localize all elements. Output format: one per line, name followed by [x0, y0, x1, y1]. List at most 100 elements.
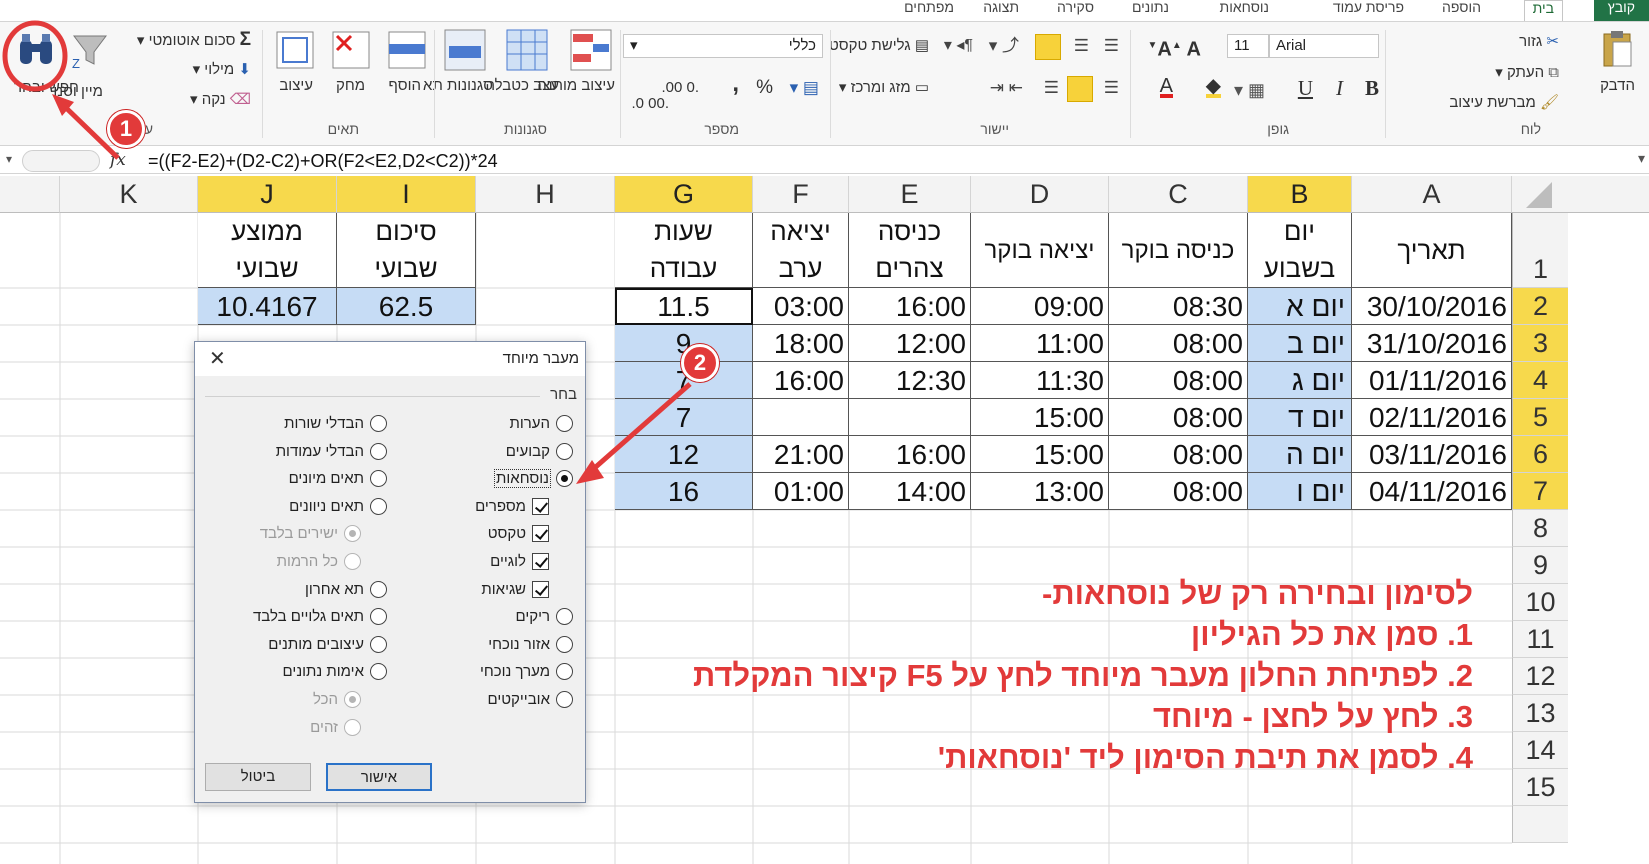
delete-button[interactable]: מחק: [336, 78, 365, 94]
format-painter-button[interactable]: 🖌 מברשת עיצוב: [1449, 95, 1559, 111]
morning-in-cell[interactable]: 08:00: [1109, 399, 1248, 436]
radio-icon[interactable]: [370, 608, 387, 626]
option-left-8[interactable]: עיצובים מותנים: [268, 635, 387, 653]
option-left-9[interactable]: אימות נתונים: [283, 663, 387, 681]
date-cell[interactable]: 01/11/2016: [1352, 362, 1512, 399]
font-name-combo[interactable]: Arial: [1269, 34, 1379, 58]
font-color-icon[interactable]: A: [1159, 76, 1173, 98]
radio-icon[interactable]: [556, 608, 573, 626]
header-weekly-average[interactable]: ממוצע שבועי: [198, 213, 337, 288]
header-noon-in[interactable]: כניסה צהרים: [849, 213, 971, 288]
header-weekly-total[interactable]: סיכום שבועי: [337, 213, 476, 288]
radio-icon[interactable]: [370, 580, 387, 598]
row-header-13[interactable]: 13: [1512, 695, 1568, 732]
align-middle-icon[interactable]: ☰: [1074, 37, 1089, 54]
name-box[interactable]: [22, 150, 100, 172]
option-right-9[interactable]: מערך נוכחי: [480, 663, 573, 681]
grow-font-icon[interactable]: A▲ A▼: [1147, 38, 1201, 60]
row-header-16[interactable]: [1512, 806, 1568, 843]
column-header-i[interactable]: I: [337, 176, 476, 213]
radio-icon[interactable]: [556, 663, 573, 681]
row-header-9[interactable]: 9: [1512, 547, 1568, 584]
evening-out-cell[interactable]: 18:00: [753, 325, 849, 362]
format-table-icon[interactable]: [505, 28, 549, 72]
radio-icon[interactable]: [556, 470, 573, 488]
weekday-cell[interactable]: יום ג: [1248, 362, 1352, 399]
decrease-decimal-button[interactable]: .00 0.: [631, 96, 669, 112]
row-header-15[interactable]: 15: [1512, 769, 1568, 806]
row-header-6[interactable]: 6: [1512, 436, 1568, 473]
header-work-hours[interactable]: שעות עבודה: [615, 213, 753, 288]
evening-out-cell[interactable]: 21:00: [753, 436, 849, 473]
radio-icon[interactable]: [370, 442, 387, 460]
morning-out-cell[interactable]: 15:00: [971, 399, 1109, 436]
noon-in-cell[interactable]: 12:30: [849, 362, 971, 399]
radio-icon[interactable]: [556, 415, 573, 432]
align-right-icon[interactable]: ☰: [1104, 79, 1119, 96]
conditional-format-icon[interactable]: [569, 28, 613, 72]
date-cell[interactable]: 02/11/2016: [1352, 399, 1512, 436]
format-cells-icon[interactable]: [275, 30, 315, 70]
formula-input[interactable]: =((F2-E2)+(D2-C2)+OR(F2<E2,D2<C2))*24: [148, 151, 498, 172]
italic-button[interactable]: I: [1336, 78, 1343, 99]
column-header-k[interactable]: K: [60, 176, 198, 213]
morning-in-cell[interactable]: 08:00: [1109, 362, 1248, 399]
row-header-4[interactable]: 4: [1512, 362, 1568, 399]
work-hours-cell[interactable]: 12: [615, 436, 753, 473]
cancel-button[interactable]: ביטול: [205, 763, 311, 791]
column-header-f[interactable]: F: [753, 176, 849, 213]
checkbox-icon[interactable]: [532, 497, 549, 515]
checkbox-icon[interactable]: [532, 553, 549, 570]
number-format-combo[interactable]: כללי ▾: [623, 34, 823, 58]
autosum-button[interactable]: Σ סכום אוטומטי ▾: [137, 30, 251, 49]
column-header-b[interactable]: B: [1248, 176, 1352, 213]
namebox-dropdown-icon[interactable]: ▾: [6, 152, 12, 166]
align-left-icon[interactable]: ☰: [1044, 79, 1059, 96]
column-header-d[interactable]: D: [971, 176, 1109, 213]
tab-formulas[interactable]: נוסחאות: [1220, 0, 1269, 21]
weekday-cell[interactable]: יום א: [1248, 288, 1352, 325]
accounting-icon[interactable]: ▤ ▾: [790, 79, 819, 96]
morning-in-cell[interactable]: 08:00: [1109, 436, 1248, 473]
option-left-7[interactable]: תאים גלויים בלבד: [253, 608, 387, 626]
weekly-total-cell[interactable]: 62.5: [337, 288, 476, 325]
header-evening-out[interactable]: יציאה ערב: [753, 213, 849, 288]
column-header-a[interactable]: A: [1352, 176, 1512, 213]
work-hours-cell[interactable]: 7: [615, 399, 753, 436]
noon-in-cell[interactable]: 16:00: [849, 436, 971, 473]
row-header-12[interactable]: 12: [1512, 658, 1568, 695]
date-cell[interactable]: 04/11/2016: [1352, 473, 1512, 510]
morning-out-cell[interactable]: 11:00: [971, 325, 1109, 362]
delete-cells-icon[interactable]: [331, 30, 371, 70]
fx-icon[interactable]: fx: [110, 150, 126, 170]
checkbox-icon[interactable]: [532, 525, 549, 543]
row-header-3[interactable]: 3: [1512, 325, 1568, 362]
orientation-icon[interactable]: ⤴ ▾: [989, 37, 1019, 54]
morning-out-cell[interactable]: 09:00: [971, 288, 1109, 325]
work-hours-cell[interactable]: 16: [615, 473, 753, 510]
morning-out-cell[interactable]: 11:30: [971, 362, 1109, 399]
morning-in-cell[interactable]: 08:00: [1109, 473, 1248, 510]
expand-formula-icon[interactable]: ▾: [1638, 150, 1645, 167]
column-header-j[interactable]: J: [198, 176, 337, 213]
column-header-g[interactable]: G: [615, 176, 753, 213]
column-header-h[interactable]: H: [476, 176, 615, 213]
column-header-l[interactable]: [0, 176, 60, 213]
weekday-cell[interactable]: יום ב: [1248, 325, 1352, 362]
option-left-3[interactable]: תאים ניוונים: [289, 497, 387, 515]
underline-button[interactable]: U: [1298, 78, 1313, 99]
cell-styles-icon[interactable]: [443, 28, 487, 72]
ok-button[interactable]: אישור: [326, 763, 432, 791]
row-header-10[interactable]: 10: [1512, 584, 1568, 621]
option-right-3[interactable]: מספרים: [475, 497, 549, 515]
header-morning-out[interactable]: יציאה בוקר: [971, 213, 1109, 288]
weekday-cell[interactable]: יום ו: [1248, 473, 1352, 510]
option-left-2[interactable]: תאים מיונים: [289, 470, 387, 488]
tab-review[interactable]: סקירה: [1057, 0, 1094, 21]
format-button[interactable]: עיצוב: [279, 78, 313, 94]
weekday-cell[interactable]: יום ד: [1248, 399, 1352, 436]
row-header-7[interactable]: 7: [1512, 473, 1568, 510]
tab-page-layout[interactable]: פריסת עמוד: [1333, 0, 1404, 21]
increase-decimal-button[interactable]: .0 00.: [661, 80, 699, 96]
option-left-1[interactable]: הבדלי עמודות: [276, 442, 387, 460]
